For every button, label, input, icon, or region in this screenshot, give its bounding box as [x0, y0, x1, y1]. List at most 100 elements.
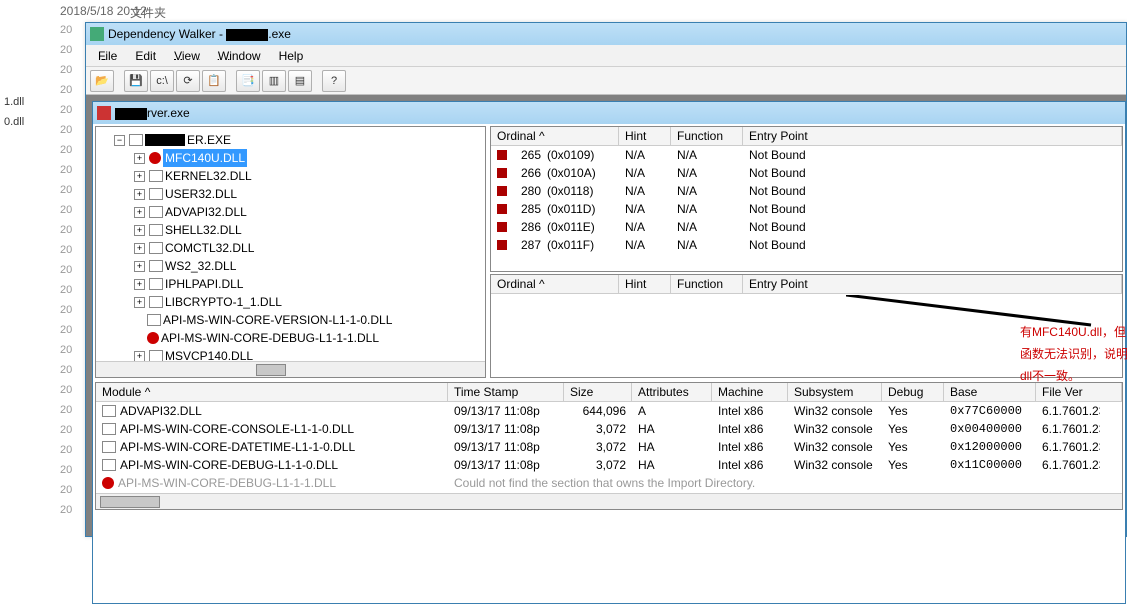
help-button[interactable]: ? [322, 70, 346, 92]
module-row[interactable]: ADVAPI32.DLL09/13/17 11:08p644,096AIntel… [96, 402, 1122, 420]
module-row[interactable]: API-MS-WIN-CORE-DEBUG-L1-1-0.DLL09/13/17… [96, 456, 1122, 474]
exports-header[interactable]: Ordinal ^ Hint Function Entry Point [491, 275, 1122, 294]
title-bar[interactable]: Dependency Walker - .exe [86, 23, 1126, 45]
menu-file[interactable]: File [90, 47, 125, 65]
tree-item[interactable]: API-MS-WIN-CORE-VERSION-L1-1-0.DLL [98, 311, 483, 329]
col-ordinal2[interactable]: Ordinal ^ [491, 275, 619, 293]
module-hscrollbar[interactable] [96, 493, 1122, 509]
col-entry[interactable]: Entry Point [743, 127, 1122, 145]
error-icon [147, 332, 159, 344]
tree-item[interactable]: + SHELL32.DLL [98, 221, 483, 239]
tree-item[interactable]: + WS2_32.DLL [98, 257, 483, 275]
module-icon [102, 405, 116, 417]
expand-icon[interactable]: + [134, 153, 145, 164]
bg-row: 20 [60, 124, 72, 136]
imports-header[interactable]: Ordinal ^ Hint Function Entry Point [491, 127, 1122, 146]
expand-icon[interactable]: + [134, 171, 145, 182]
col-attr[interactable]: Attributes [632, 383, 712, 401]
copy-button[interactable]: 📑 [236, 70, 260, 92]
expand-icon[interactable]: + [134, 189, 145, 200]
scroll-thumb[interactable] [256, 364, 286, 376]
background-content: 2018/5/18 20:12 文件夹 1.dll 0.dll 20202020… [0, 0, 85, 537]
module-row[interactable]: API-MS-WIN-CORE-CONSOLE-L1-1-0.DLL09/13/… [96, 420, 1122, 438]
dependency-tree-pane[interactable]: − ER.EXE+ MFC140U.DLL+ KERNEL32.DLL+ USE… [95, 126, 486, 378]
mdi-area: rver.exe − ER.EXE+ MFC140U.DLL+ KERNEL32… [86, 95, 1126, 536]
tree-item[interactable]: + USER32.DLL [98, 185, 483, 203]
col-entry2[interactable]: Entry Point [743, 275, 1122, 293]
layout1-button[interactable]: ▥ [262, 70, 286, 92]
props-button[interactable]: 📋 [202, 70, 226, 92]
tree-item[interactable]: + KERNEL32.DLL [98, 167, 483, 185]
col-hint2[interactable]: Hint [619, 275, 671, 293]
import-row[interactable]: 280 (0x0118)N/AN/ANot Bound [491, 182, 1122, 200]
col-base[interactable]: Base [944, 383, 1036, 401]
child-title-bar[interactable]: rver.exe [93, 102, 1125, 124]
module-row[interactable]: API-MS-WIN-CORE-DEBUG-L1-1-1.DLLCould no… [96, 474, 1122, 492]
scroll-thumb[interactable] [100, 496, 160, 508]
col-fv[interactable]: File Ver [1036, 383, 1122, 401]
module-header[interactable]: Module ^ Time Stamp Size Attributes Mach… [96, 383, 1122, 402]
col-ordinal[interactable]: Ordinal ^ [491, 127, 619, 145]
module-icon [147, 314, 161, 326]
cpath-button[interactable]: c:\ [150, 70, 174, 92]
col-module[interactable]: Module ^ [96, 383, 448, 401]
col-hint[interactable]: Hint [619, 127, 671, 145]
import-row[interactable]: 265 (0x0109)N/AN/ANot Bound [491, 146, 1122, 164]
tree-item[interactable]: API-MS-WIN-CORE-DEBUG-L1-1-1.DLL [98, 329, 483, 347]
ordinal-icon [497, 240, 507, 250]
col-mach[interactable]: Machine [712, 383, 788, 401]
bg-row: 20 [60, 444, 72, 456]
menu-view[interactable]: View [166, 47, 208, 65]
expand-icon[interactable]: + [134, 297, 145, 308]
menu-edit[interactable]: Edit [127, 47, 164, 65]
expand-icon[interactable]: + [134, 207, 145, 218]
module-icon [149, 296, 163, 308]
tree-item[interactable]: + LIBCRYPTO-1_1.DLL [98, 293, 483, 311]
bg-row: 20 [60, 384, 72, 396]
import-row[interactable]: 287 (0x011F)N/AN/ANot Bound [491, 236, 1122, 254]
app-icon [90, 27, 104, 41]
refresh-button[interactable]: ⟳ [176, 70, 200, 92]
import-row[interactable]: 286 (0x011E)N/AN/ANot Bound [491, 218, 1122, 236]
expand-icon[interactable]: + [134, 261, 145, 272]
expand-icon[interactable]: + [134, 243, 145, 254]
tree-item[interactable]: + IPHLPAPI.DLL [98, 275, 483, 293]
expand-icon[interactable]: + [134, 351, 145, 362]
application-window: Dependency Walker - .exe File Edit View … [85, 22, 1127, 537]
open-button[interactable]: 📂 [90, 70, 114, 92]
col-ts[interactable]: Time Stamp [448, 383, 564, 401]
error-icon [149, 152, 161, 164]
module-row[interactable]: API-MS-WIN-CORE-DATETIME-L1-1-0.DLL09/13… [96, 438, 1122, 456]
child-title: rver.exe [115, 106, 190, 120]
tree-hscrollbar[interactable] [96, 361, 485, 377]
bg-row: 20 [60, 24, 72, 36]
col-size[interactable]: Size [564, 383, 632, 401]
bg-row: 20 [60, 424, 72, 436]
menu-help[interactable]: Help [271, 47, 312, 65]
tree-label: ADVAPI32.DLL [165, 203, 247, 221]
title-text: Dependency Walker - .exe [108, 27, 291, 41]
bg-row: 20 [60, 184, 72, 196]
col-function2[interactable]: Function [671, 275, 743, 293]
col-function[interactable]: Function [671, 127, 743, 145]
import-row[interactable]: 266 (0x010A)N/AN/ANot Bound [491, 164, 1122, 182]
expand-icon[interactable]: − [114, 135, 125, 146]
exports-grid[interactable]: Ordinal ^ Hint Function Entry Point [490, 274, 1123, 378]
layout2-button[interactable]: ▤ [288, 70, 312, 92]
tree-item[interactable]: + COMCTL32.DLL [98, 239, 483, 257]
expand-icon[interactable]: + [134, 225, 145, 236]
col-sub[interactable]: Subsystem [788, 383, 882, 401]
menu-window[interactable]: Window [210, 47, 269, 65]
tree-root[interactable]: − ER.EXE [98, 131, 483, 149]
module-list-pane[interactable]: Module ^ Time Stamp Size Attributes Mach… [95, 382, 1123, 510]
tree-label: SHELL32.DLL [165, 221, 242, 239]
imports-grid[interactable]: Ordinal ^ Hint Function Entry Point 265 … [490, 126, 1123, 272]
tree-item[interactable]: + MFC140U.DLL [98, 149, 483, 167]
bg-folder: 文件夹 [130, 4, 166, 21]
save-button[interactable]: 💾 [124, 70, 148, 92]
expand-icon[interactable]: + [134, 279, 145, 290]
import-row[interactable]: 285 (0x011D)N/AN/ANot Bound [491, 200, 1122, 218]
tree-label: API-MS-WIN-CORE-DEBUG-L1-1-1.DLL [161, 329, 379, 347]
tree-item[interactable]: + ADVAPI32.DLL [98, 203, 483, 221]
col-dbg[interactable]: Debug [882, 383, 944, 401]
